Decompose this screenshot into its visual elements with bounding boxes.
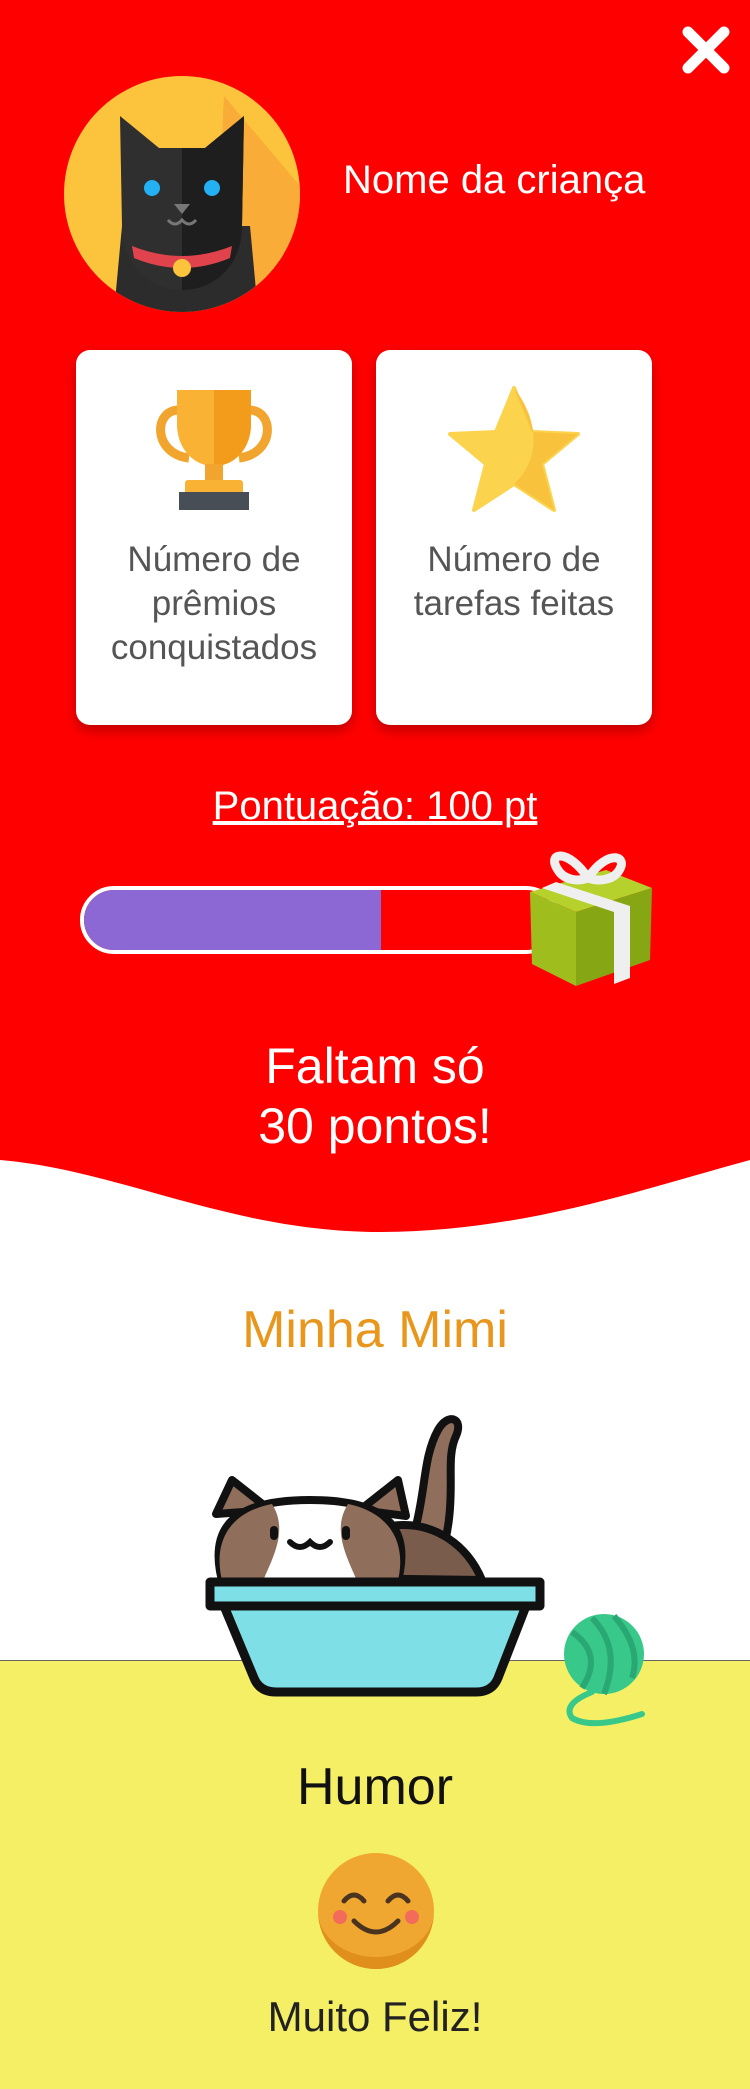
tasks-card[interactable]: Número de tarefas feitas	[376, 350, 652, 725]
prizes-card[interactable]: Número de prêmios conquistados	[76, 350, 352, 725]
star-icon	[448, 386, 580, 512]
close-button[interactable]	[678, 22, 734, 78]
happy-face-icon	[318, 1853, 434, 1969]
score-link[interactable]: Pontuação: 100 pt	[0, 784, 750, 829]
prizes-count-label: Número de prêmios conquistados	[110, 540, 318, 667]
remaining-line-2: 30 pontos!	[258, 1098, 492, 1154]
avatar[interactable]	[64, 76, 300, 312]
tasks-count-label: Número de tarefas feitas	[413, 540, 615, 623]
pet-cat-icon[interactable]	[200, 1392, 550, 1742]
points-progress-bar	[80, 886, 560, 954]
gift-icon[interactable]	[518, 848, 660, 990]
remaining-points-message: Faltam só 30 pontos!	[0, 1036, 750, 1156]
yarn-ball-icon	[564, 1614, 645, 1727]
close-icon	[682, 26, 730, 74]
mood-value: Muito Feliz!	[267, 1993, 483, 2040]
profile-header: Nome da criança Número de prêmios conqui…	[0, 0, 750, 1240]
progress-bar-fill	[84, 890, 382, 950]
remaining-line-1: Faltam só	[265, 1038, 485, 1094]
black-cat-avatar-icon	[64, 76, 300, 312]
mood-title: Humor	[296, 1758, 454, 1816]
pet-title: Minha Mimi	[242, 1301, 508, 1359]
child-name: Nome da criança	[343, 158, 646, 202]
trophy-icon	[156, 390, 272, 510]
